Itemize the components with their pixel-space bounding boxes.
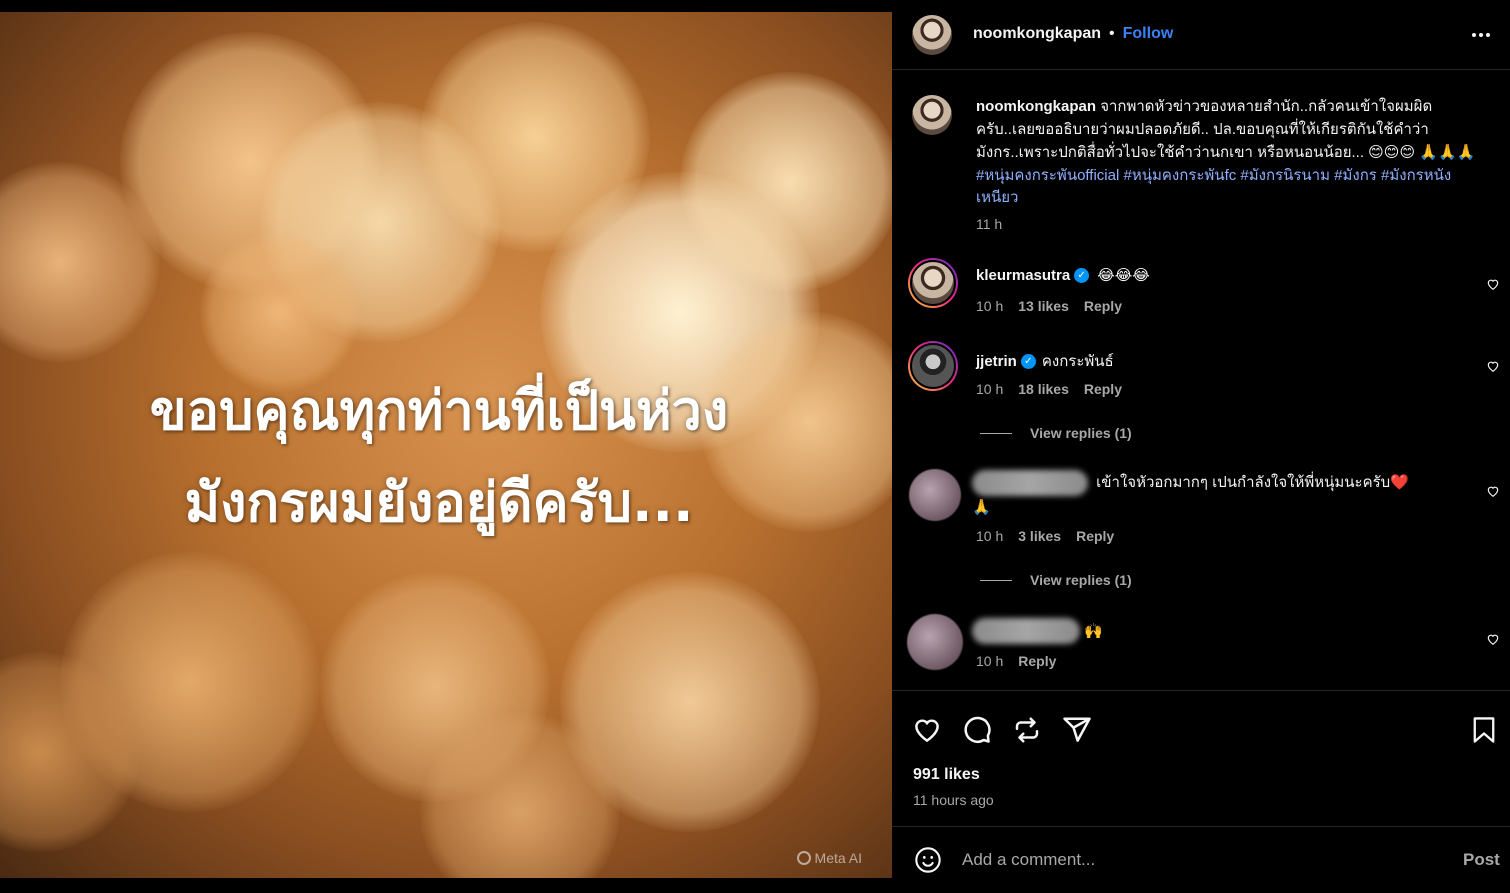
comment-avatar[interactable] bbox=[908, 341, 958, 391]
hashtag-1[interactable]: #หนุ่มคงกระพันofficial bbox=[976, 167, 1119, 184]
verified-icon: ✓ bbox=[1074, 267, 1090, 283]
comment-meta: 10 h 13 likes Reply bbox=[976, 298, 1122, 314]
post-actions: 991 likes 11 hours ago bbox=[892, 690, 1510, 826]
share-icon[interactable] bbox=[1062, 715, 1092, 745]
meta-ai-icon bbox=[796, 851, 811, 865]
view-replies-button[interactable]: View replies (1) bbox=[980, 572, 1132, 588]
emoji-icon[interactable] bbox=[914, 846, 942, 874]
comment-likes[interactable]: 13 likes bbox=[1018, 298, 1069, 314]
reply-button[interactable]: Reply bbox=[1018, 653, 1056, 669]
comment-avatar[interactable] bbox=[908, 258, 958, 308]
posted-time: 11 hours ago bbox=[913, 792, 994, 808]
comment-heart-icon[interactable] bbox=[1486, 359, 1500, 373]
comment-meta: 10 h Reply bbox=[976, 653, 1056, 669]
image-caption-line1: ขอบคุณทุกท่านที่เป็นห่วง bbox=[149, 379, 729, 442]
caption-prayer-emoji: 🙏🙏🙏 bbox=[1419, 143, 1476, 161]
reply-button[interactable]: Reply bbox=[1084, 298, 1122, 314]
caption-username[interactable]: noomkongkapan bbox=[976, 98, 1096, 115]
comment-text: คงกระพันธ์ bbox=[1041, 353, 1114, 370]
verified-icon: ✓ bbox=[1020, 353, 1036, 369]
caption-emoji: 😊😊😊 bbox=[1368, 143, 1416, 161]
likes-count[interactable]: 991 likes bbox=[913, 766, 980, 784]
comment-time: 10 h bbox=[976, 381, 1004, 397]
hashtag-2[interactable]: #หนุ่มคงกระพันfc bbox=[1124, 167, 1237, 184]
reply-button[interactable]: Reply bbox=[1076, 528, 1114, 544]
watermark-text: Meta AI bbox=[814, 850, 862, 866]
comment-text: 🙌 bbox=[1084, 622, 1103, 640]
hashtag-3[interactable]: #มังกรนิรนาม bbox=[1240, 167, 1330, 184]
comment-avatar[interactable] bbox=[907, 614, 963, 670]
replies-dash bbox=[980, 579, 1012, 581]
post-comment-button[interactable]: Post bbox=[1463, 850, 1500, 870]
replies-dash bbox=[980, 432, 1012, 434]
post-caption: noomkongkapan จากพาดหัวข่าวของหลายสำนัก.… bbox=[976, 96, 1486, 210]
post-side-panel: noomkongkapan • Follow noomkongkapan จาก… bbox=[892, 0, 1510, 893]
author-avatar[interactable] bbox=[912, 15, 952, 55]
add-comment-bar: Post bbox=[892, 826, 1510, 893]
comment-username[interactable]: jjetrin bbox=[976, 353, 1017, 370]
heart-icon[interactable] bbox=[912, 715, 942, 745]
comment-likes[interactable]: 3 likes bbox=[1018, 528, 1061, 544]
comment-1: kleurmasutra ✓ 😂😂😂 bbox=[976, 266, 1150, 284]
post-header: noomkongkapan • Follow bbox=[892, 0, 1510, 70]
follow-button[interactable]: Follow bbox=[1123, 25, 1174, 43]
hidden-username[interactable] bbox=[972, 470, 1088, 496]
view-replies-label[interactable]: View replies (1) bbox=[1030, 572, 1132, 588]
comment-icon[interactable] bbox=[962, 715, 992, 745]
comment-username[interactable]: kleurmasutra bbox=[976, 267, 1070, 284]
comment-avatar[interactable] bbox=[909, 469, 961, 521]
reply-button[interactable]: Reply bbox=[1084, 381, 1122, 397]
repost-icon[interactable] bbox=[1012, 715, 1042, 745]
caption-author-avatar[interactable] bbox=[912, 95, 952, 135]
comment-text: เข้าใจหัวอกมากๆ เปนกำลังใจให้พี่หนุ่มนะค… bbox=[1096, 473, 1391, 491]
view-replies-button[interactable]: View replies (1) bbox=[980, 425, 1132, 441]
bookmark-icon[interactable] bbox=[1470, 715, 1498, 745]
comment-heart-icon[interactable] bbox=[1486, 632, 1500, 646]
meta-ai-watermark: Meta AI bbox=[796, 850, 862, 866]
comment-time: 10 h bbox=[976, 298, 1004, 314]
more-icon[interactable] bbox=[1470, 24, 1492, 46]
comment-input[interactable] bbox=[962, 845, 1402, 875]
comment-heart-icon[interactable] bbox=[1486, 277, 1500, 291]
header-dot: • bbox=[1109, 25, 1115, 42]
comment-time: 10 h bbox=[976, 653, 1004, 669]
hidden-username[interactable] bbox=[972, 618, 1080, 644]
image-caption-line2: มังกรผมยังอยู่ดีครับ... bbox=[184, 471, 694, 534]
comment-meta: 10 h 3 likes Reply bbox=[976, 528, 1114, 544]
post-image: ขอบคุณทุกท่านที่เป็นห่วง มังกรผมยังอยู่ด… bbox=[0, 12, 892, 878]
comment-3: เข้าใจหัวอกมากๆ เปนกำลังใจให้พี่หนุ่มนะค… bbox=[972, 470, 1452, 519]
comment-4: 🙌 bbox=[972, 618, 1103, 644]
hashtag-4[interactable]: #มังกร bbox=[1334, 167, 1377, 184]
comment-time: 10 h bbox=[976, 528, 1004, 544]
comment-text: 😂😂😂 bbox=[1097, 266, 1150, 284]
red-heart-emoji: ❤️ bbox=[1390, 472, 1409, 491]
caption-time: 11 h bbox=[976, 216, 1003, 232]
comment-likes[interactable]: 18 likes bbox=[1018, 381, 1069, 397]
comment-heart-icon[interactable] bbox=[1486, 484, 1500, 498]
comment-2: jjetrin ✓ คงกระพันธ์ bbox=[976, 349, 1114, 373]
prayer-emoji: 🙏 bbox=[972, 498, 991, 516]
author-username[interactable]: noomkongkapan bbox=[973, 25, 1101, 43]
comment-meta: 10 h 18 likes Reply bbox=[976, 381, 1122, 397]
view-replies-label[interactable]: View replies (1) bbox=[1030, 425, 1132, 441]
